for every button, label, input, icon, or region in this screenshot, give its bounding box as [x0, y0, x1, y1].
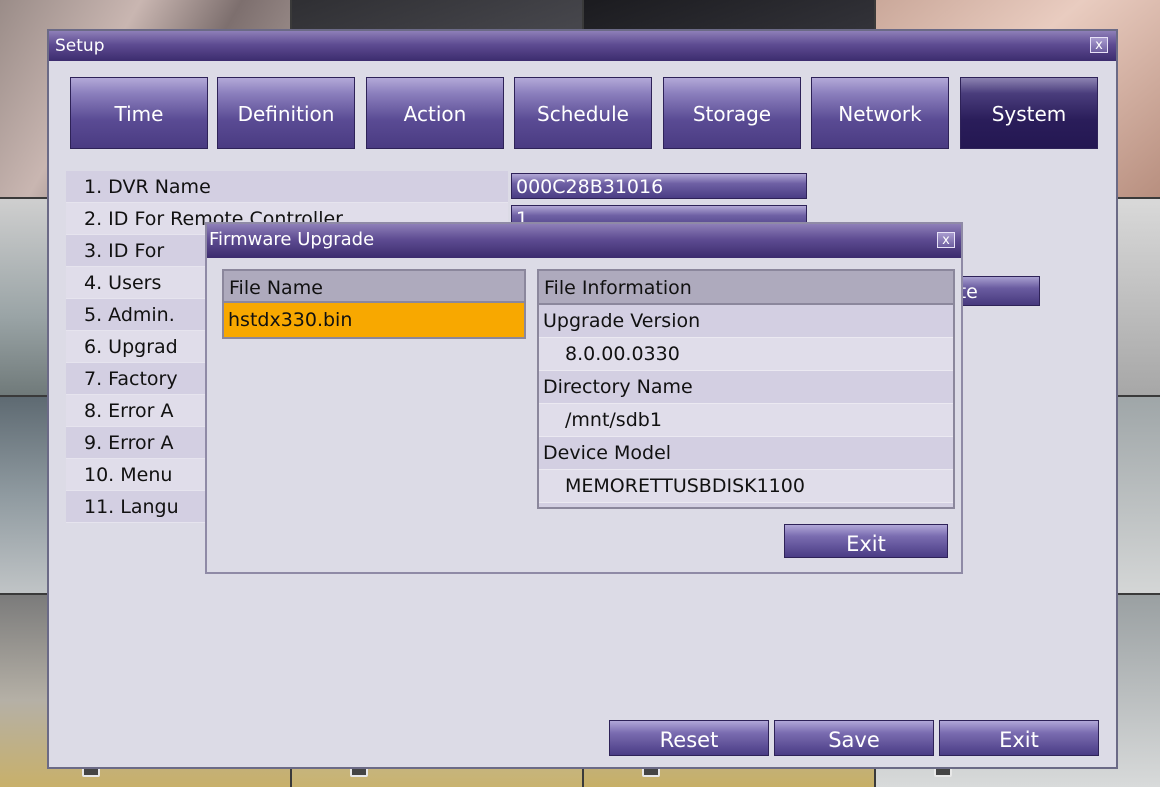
directory-name-value: /mnt/sdb1 — [539, 404, 953, 437]
firmware-title: Firmware Upgrade — [209, 229, 375, 250]
directory-name-label: Directory Name — [539, 371, 953, 404]
file-information-header: File Information — [539, 271, 953, 305]
setting-dvr-name[interactable]: 1. DVR Name — [66, 171, 508, 203]
upgrade-version-label: Upgrade Version — [539, 305, 953, 338]
device-model-label: Device Model — [539, 437, 953, 470]
firmware-exit-button[interactable]: Exit — [784, 524, 948, 558]
tab-system[interactable]: System — [960, 77, 1098, 149]
setup-title: Setup — [55, 36, 105, 56]
firmware-close-icon[interactable]: x — [937, 232, 955, 248]
firmware-title-bar: Firmware Upgrade x — [207, 224, 961, 258]
dvr-name-field[interactable]: 000C28B31016 — [511, 173, 807, 199]
save-button[interactable]: Save — [774, 720, 934, 756]
tab-network[interactable]: Network — [811, 77, 949, 149]
tab-storage[interactable]: Storage — [663, 77, 801, 149]
setup-title-bar: Setup x — [49, 31, 1116, 61]
exit-button[interactable]: Exit — [939, 720, 1099, 756]
file-name-header: File Name — [222, 269, 526, 303]
tab-time[interactable]: Time — [70, 77, 208, 149]
tab-action[interactable]: Action — [366, 77, 504, 149]
reset-button[interactable]: Reset — [609, 720, 769, 756]
setup-close-icon[interactable]: x — [1090, 37, 1108, 53]
device-model-value: MEMORETTUSBDISK1100 — [539, 470, 953, 503]
file-information-panel: File Information Upgrade Version 8.0.00.… — [537, 269, 955, 509]
file-list-item[interactable]: hstdx330.bin — [222, 303, 526, 339]
firmware-upgrade-dialog: Firmware Upgrade x File Name hstdx330.bi… — [205, 222, 963, 574]
tab-schedule[interactable]: Schedule — [514, 77, 652, 149]
file-list: File Name hstdx330.bin — [222, 269, 526, 343]
upgrade-version-value: 8.0.00.0330 — [539, 338, 953, 371]
tab-definition[interactable]: Definition — [217, 77, 355, 149]
